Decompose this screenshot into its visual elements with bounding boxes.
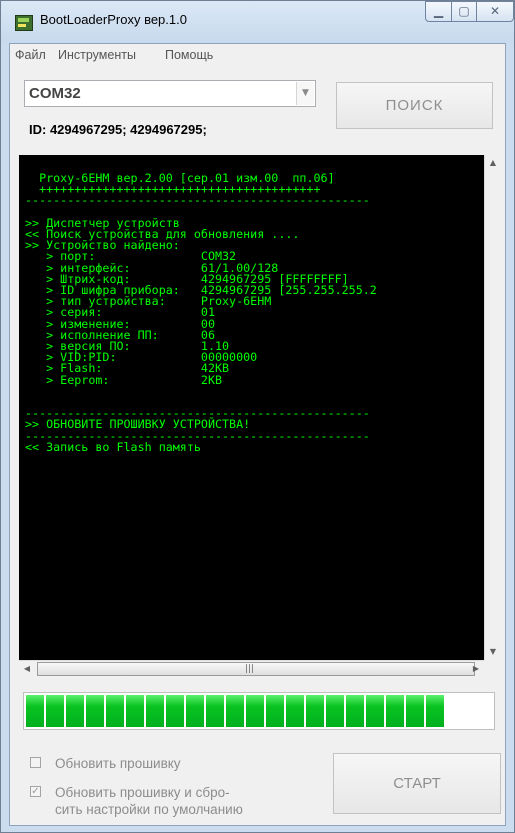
update-and-reset-label: Обновить прошивку и сбро-сить настройки …: [55, 784, 295, 818]
scroll-right-icon[interactable]: ▶: [468, 661, 484, 677]
progress-segment: [126, 695, 144, 727]
close-button[interactable]: ✕: [476, 1, 514, 22]
menu-help[interactable]: Помощь: [165, 48, 213, 62]
progress-segment: [426, 695, 444, 727]
main-panel: Файл Инструменты Помощь COM32 ▼ ПОИСК ID…: [9, 43, 506, 826]
progress-segment: [346, 695, 364, 727]
update-and-reset-label-line1: Обновить прошивку и сбро-: [55, 785, 230, 800]
device-id-text: ID: 4294967295; 4294967295;: [29, 122, 207, 137]
update-firmware-label: Обновить прошивку: [55, 756, 181, 771]
scrollbar-corner: [484, 660, 501, 677]
port-select-value: COM32: [29, 85, 81, 102]
app-icon: [15, 15, 33, 31]
progress-segment: [66, 695, 84, 727]
progress-segment: [366, 695, 384, 727]
scroll-left-icon[interactable]: ◀: [19, 661, 35, 677]
progress-segment: [106, 695, 124, 727]
chevron-down-icon[interactable]: ▼: [296, 82, 314, 105]
progress-segment: [306, 695, 324, 727]
minimize-button[interactable]: ▁: [425, 1, 452, 22]
menu-bar: Файл Инструменты Помощь: [10, 44, 505, 65]
checkbox-checked-icon[interactable]: ✓: [30, 786, 41, 797]
log-console[interactable]: Proxy-6EHM вер.2.00 [сер.01 изм.00 пп.06…: [19, 155, 484, 660]
title-bar[interactable]: BootLoaderProxy вер.1.0 ▁ ▢ ✕: [1, 1, 514, 43]
progress-bar: [23, 692, 495, 730]
progress-fill: [26, 695, 446, 727]
port-select[interactable]: COM32 ▼: [24, 80, 316, 107]
progress-segment: [286, 695, 304, 727]
progress-segment: [326, 695, 344, 727]
scroll-up-icon[interactable]: ▲: [485, 155, 501, 171]
window-title: BootLoaderProxy вер.1.0: [40, 12, 187, 27]
progress-segment: [46, 695, 64, 727]
progress-segment: [246, 695, 264, 727]
progress-segment: [166, 695, 184, 727]
progress-segment: [226, 695, 244, 727]
maximize-icon: ▢: [458, 4, 470, 18]
progress-segment: [266, 695, 284, 727]
progress-segment: [86, 695, 104, 727]
start-button[interactable]: СТАРТ: [333, 753, 501, 814]
progress-segment: [146, 695, 164, 727]
menu-file[interactable]: Файл: [15, 48, 46, 62]
application-window: BootLoaderProxy вер.1.0 ▁ ▢ ✕ Файл Инстр…: [0, 0, 515, 833]
update-and-reset-checkbox[interactable]: ✓ Обновить прошивку и сбро-сить настройк…: [30, 784, 310, 824]
progress-segment: [206, 695, 224, 727]
update-firmware-checkbox[interactable]: Обновить прошивку: [30, 755, 310, 775]
close-icon: ✕: [489, 4, 501, 18]
log-text: Proxy-6EHM вер.2.00 [сер.01 изм.00 пп.06…: [25, 171, 377, 454]
horizontal-scroll-thumb[interactable]: |||: [37, 662, 475, 676]
vertical-scrollbar[interactable]: ▲ ▼: [484, 155, 501, 660]
scroll-down-icon[interactable]: ▼: [485, 644, 501, 660]
search-button[interactable]: ПОИСК: [336, 82, 493, 129]
progress-segment: [386, 695, 404, 727]
maximize-button[interactable]: ▢: [451, 1, 477, 22]
progress-segment: [26, 695, 44, 727]
minimize-icon: ▁: [433, 4, 444, 18]
menu-tools[interactable]: Инструменты: [58, 48, 136, 62]
horizontal-scrollbar[interactable]: ◀ ||| ▶: [19, 660, 484, 677]
progress-segment: [186, 695, 204, 727]
update-and-reset-label-line2: сить настройки по умолчанию: [55, 802, 243, 817]
grip-icon: |||: [245, 664, 255, 674]
progress-segment: [406, 695, 424, 727]
checkbox-icon[interactable]: [30, 757, 41, 768]
